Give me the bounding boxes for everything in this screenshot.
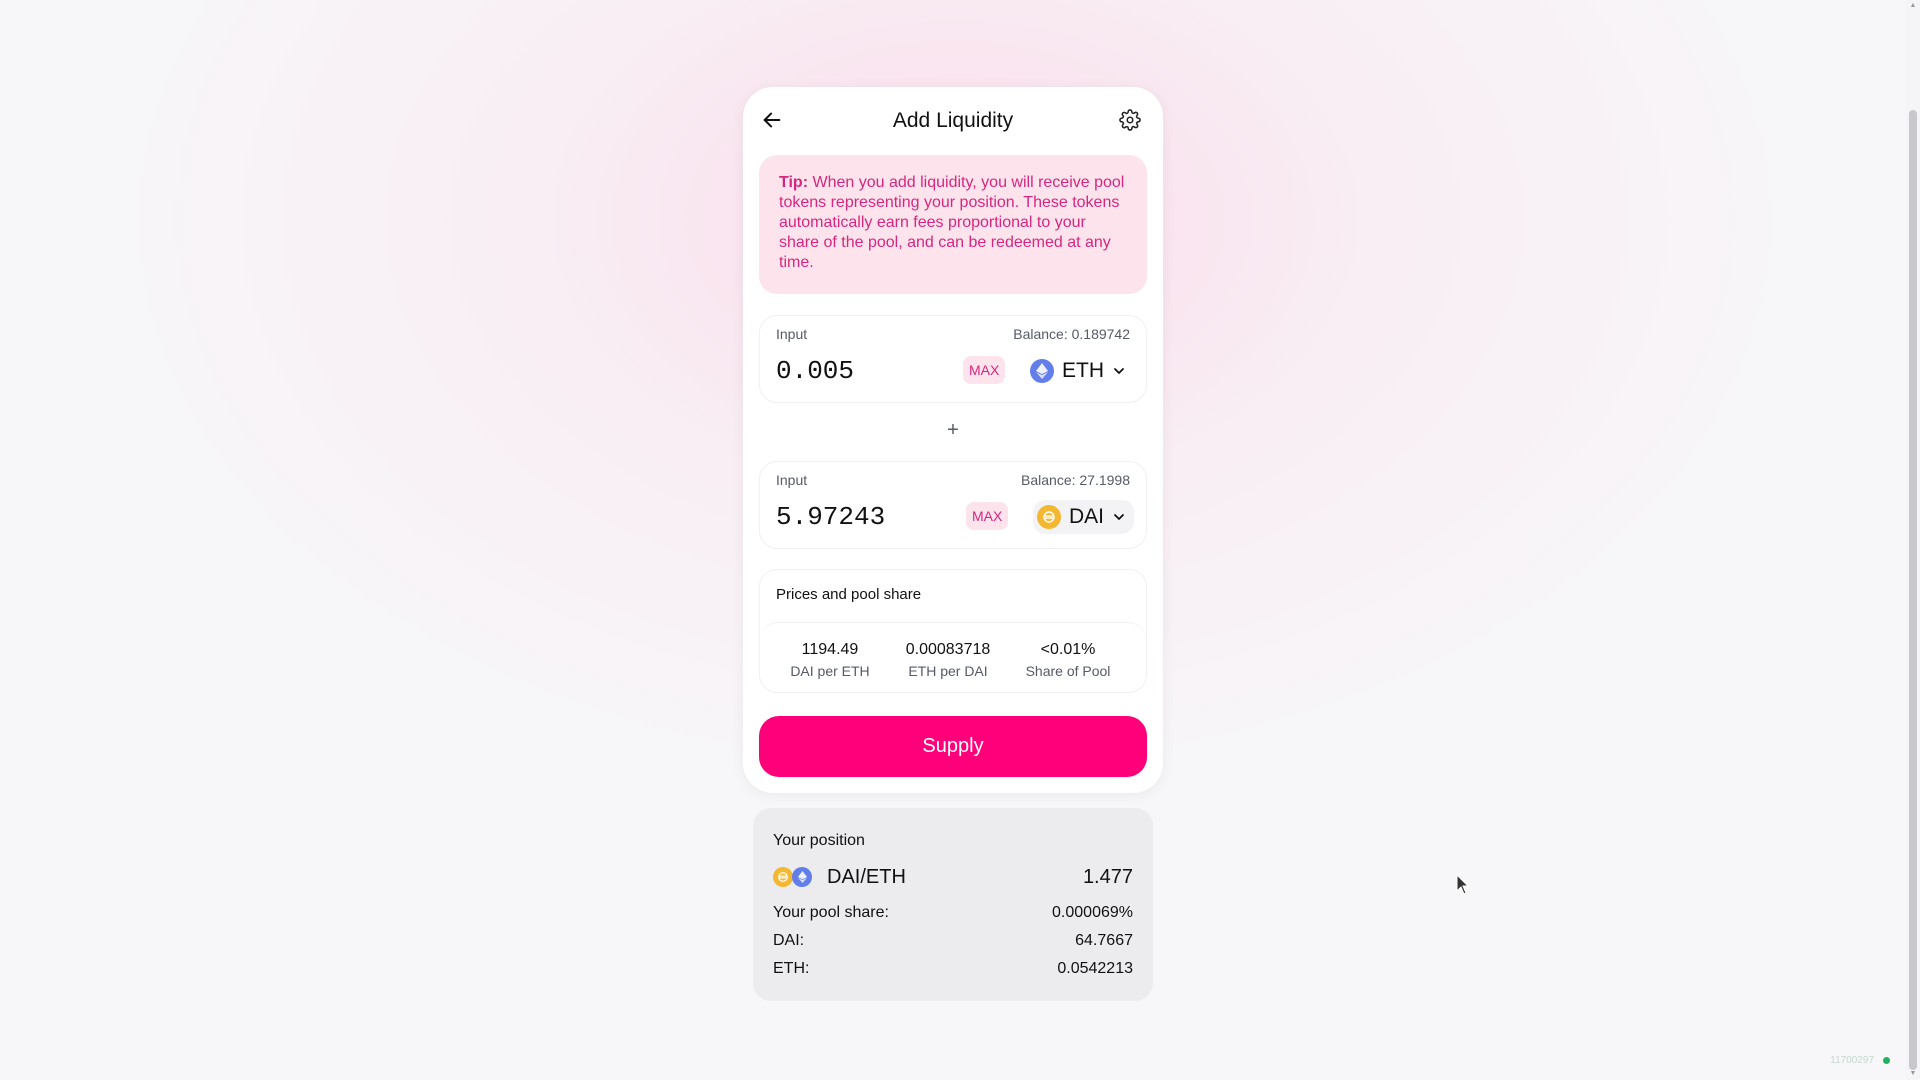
scrollbar-thumb[interactable]	[1909, 110, 1917, 1070]
mouse-cursor-icon	[1456, 874, 1470, 895]
chevron-down-icon	[1114, 514, 1124, 520]
amount-input-eth[interactable]: 0.005	[776, 356, 936, 386]
card-header: Add Liquidity	[743, 87, 1163, 153]
input-label: Input	[776, 472, 808, 488]
position-title: Your position	[773, 832, 865, 849]
position-row-label: ETH:	[773, 960, 810, 977]
prices-title: Prices and pool share	[776, 586, 922, 603]
price-item: 1194.49 DAI per ETH	[770, 641, 890, 679]
status-dot-icon	[1883, 1057, 1890, 1064]
status-block-number: 11700297	[1830, 1055, 1874, 1066]
balance-text: Balance: 27.1998	[1021, 472, 1130, 488]
token-select-eth[interactable]: ETH	[1026, 354, 1134, 388]
max-button-eth[interactable]: MAX	[963, 356, 1006, 384]
scroll-up-arrow-icon[interactable]: ▲	[1909, 2, 1917, 10]
tip-text: When you add liquidity, you will receive…	[779, 174, 1125, 271]
token-select-dai[interactable]: DAI	[1032, 500, 1134, 534]
price-label: Share of Pool	[1025, 663, 1111, 679]
token-symbol: ETH	[1062, 359, 1104, 382]
price-item: <0.01% Share of Pool	[1006, 641, 1130, 679]
position-row-value: 0.000069%	[1052, 904, 1133, 921]
position-row-value: 0.0542213	[1057, 960, 1133, 977]
max-button-dai[interactable]: MAX	[966, 502, 1009, 530]
price-label: DAI per ETH	[790, 663, 870, 679]
position-pair-row: DAI/ETH 1.477	[773, 864, 1133, 890]
scroll-down-arrow-icon[interactable]: ▼	[1909, 1070, 1917, 1078]
pair-value: 1.477	[1082, 865, 1133, 888]
input-panel-eth: Input Balance: 0.189742 0.005 MAX ETH	[759, 315, 1147, 403]
pair-name: DAI/ETH	[827, 865, 906, 888]
price-value: 0.00083718	[905, 641, 991, 658]
amount-input-dai[interactable]: 5.97243	[776, 502, 936, 532]
token-symbol: DAI	[1068, 505, 1104, 528]
balance-text: Balance: 0.189742	[1013, 326, 1130, 342]
eth-icon	[1030, 359, 1054, 383]
price-label: ETH per DAI	[908, 663, 988, 679]
position-row-label: DAI:	[773, 932, 805, 949]
price-value: <0.01%	[1040, 641, 1096, 658]
dai-icon	[773, 867, 793, 887]
price-value: 1194.49	[801, 641, 859, 658]
price-item: 0.00083718 ETH per DAI	[888, 641, 1008, 679]
dai-icon	[1036, 505, 1061, 529]
prices-grid: 1194.49 DAI per ETH 0.00083718 ETH per D…	[760, 622, 1146, 694]
input-label: Input	[776, 326, 808, 342]
prices-panel: Prices and pool share 1194.49 DAI per ET…	[759, 569, 1147, 693]
scrollbar[interactable]: ▲ ▼	[1906, 0, 1920, 1080]
input-panel-dai: Input Balance: 27.1998 5.97243 MAX DAI	[759, 461, 1147, 549]
your-position-card: Your position DAI/ETH 1.477 Your pool sh…	[753, 808, 1153, 1001]
position-row: DAI: 64.7667	[773, 932, 1133, 954]
eth-icon	[792, 867, 812, 887]
pair-icons	[773, 866, 813, 888]
add-liquidity-card: Add Liquidity Tip: When you add liquidit…	[743, 87, 1163, 793]
gear-icon[interactable]	[1119, 109, 1141, 131]
tip-banner: Tip: When you add liquidity, you will re…	[759, 155, 1147, 294]
supply-button[interactable]: Supply	[759, 716, 1147, 777]
position-row: Your pool share: 0.000069%	[773, 904, 1133, 926]
plus-icon: +	[947, 419, 959, 441]
page-title: Add Liquidity	[892, 109, 1014, 132]
position-row: ETH: 0.0542213	[773, 960, 1133, 982]
chevron-down-icon	[1114, 368, 1124, 374]
position-row-label: Your pool share:	[773, 904, 889, 921]
tip-label: Tip:	[779, 174, 809, 191]
position-row-value: 64.7667	[1075, 932, 1133, 949]
